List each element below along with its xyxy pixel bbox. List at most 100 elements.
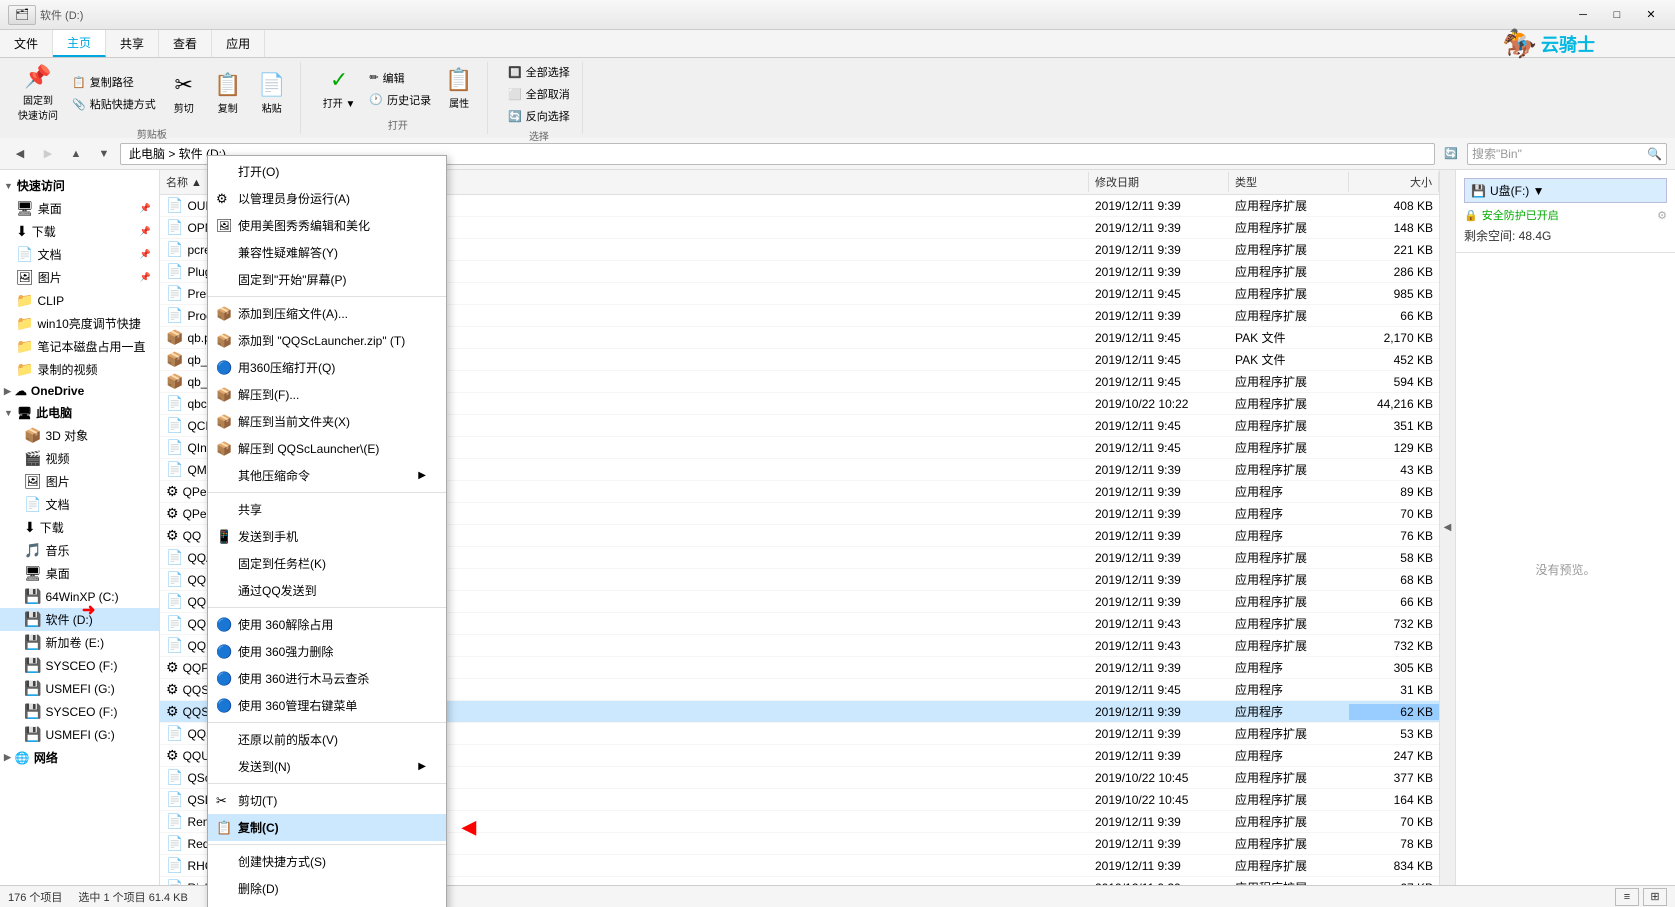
no-preview-text: 没有预览。 [1535,561,1595,578]
maximize-button[interactable]: □ [1601,5,1633,25]
paste-button[interactable]: 📄 粘贴 [252,70,292,117]
titlebar-menu-btn[interactable]: 🗂 [8,5,36,25]
ctx-360-manage[interactable]: 🔵使用 360管理右键菜单 [208,692,446,719]
ctx-pin-start[interactable]: 固定到"开始"屏幕(P) [208,266,446,293]
ctx-360-unlock[interactable]: 🔵使用 360解除占用 [208,611,446,638]
sidebar-item-g2-drive[interactable]: 💾 USMEFI (G:) [0,723,159,746]
tab-share[interactable]: 共享 [106,30,159,57]
ctx-delete[interactable]: 删除(D) [208,875,446,902]
sidebar-item-3d[interactable]: 📦 3D 对象 [0,424,159,447]
ctx-send-to[interactable]: 发送到(N)▶ [208,753,446,780]
sidebar-item-dl[interactable]: ⬇ 下载 [0,516,159,539]
ctx-share[interactable]: 共享 [208,496,446,523]
ctx-send-phone[interactable]: 📱发送到手机 [208,523,446,550]
f-drive-icon: 💾 [24,657,41,674]
properties-button[interactable]: 📋 属性 [439,65,479,112]
ctx-restore-version[interactable]: 还原以前的版本(V) [208,726,446,753]
ctx-360-force-delete[interactable]: 🔵使用 360强力删除 [208,638,446,665]
ctx-rename[interactable]: 重命名(M) [208,902,446,907]
file-icon: ⚙ [166,681,179,698]
ctx-sep2 [208,492,446,493]
col-size[interactable]: 大小 [1349,172,1439,192]
udisk-selector[interactable]: 💾 U盘(F:) ▼ [1464,178,1667,203]
ctx-sep5 [208,783,446,784]
sidebar-item-docs[interactable]: 📄 文档 [0,493,159,516]
ctx-other-compress[interactable]: 其他压缩命令▶ [208,462,446,489]
sidebar-item-clip[interactable]: 📁 CLIP [0,289,159,312]
invert-selection-button[interactable]: 🔄 反向选择 [504,106,574,126]
ctx-360-scan[interactable]: 🔵使用 360进行木马云查杀 [208,665,446,692]
open-button[interactable]: ✓ 打开 ▼ [317,65,362,112]
sidebar-item-desktop2[interactable]: 🖥 桌面 [0,562,159,585]
copy-button[interactable]: 📋 复制 [208,70,248,117]
col-type[interactable]: 类型 [1229,172,1349,192]
ctx-360-open[interactable]: 🔵用360压缩打开(Q) [208,354,446,381]
close-button[interactable]: ✕ [1635,5,1667,25]
file-date: 2019/12/11 9:45 [1089,286,1229,302]
sidebar-item-disk-usage[interactable]: 📁 笔记本磁盘占用一直 [0,335,159,358]
sidebar-item-video[interactable]: 🎬 视频 [0,447,159,470]
sidebar-section-this-pc[interactable]: ▼ 🖥 此电脑 [0,401,159,424]
sidebar-item-c-drive[interactable]: 💾 64WinXP (C:) [0,585,159,608]
sidebar-item-pictures[interactable]: 🖼 图片 📌 [0,266,159,289]
edit-button[interactable]: ✏ 编辑 [365,68,435,88]
file-size: 44,216 KB [1349,396,1439,412]
sidebar-item-desktop[interactable]: 🖥 桌面 📌 [0,197,159,220]
sidebar-item-g-drive[interactable]: 💾 USMEFI (G:) [0,677,159,700]
ctx-send-qq[interactable]: 通过QQ发送到 [208,577,446,604]
ctx-meitu[interactable]: 🖼使用美图秀秀编辑和美化 [208,212,446,239]
ctx-compat[interactable]: 兼容性疑难解答(Y) [208,239,446,266]
select-none-button[interactable]: ⬜ 全部取消 [504,84,574,104]
minimize-button[interactable]: ─ [1567,5,1599,25]
recent-button[interactable]: ▼ [92,142,116,166]
ctx-extract-to[interactable]: 📦解压到(F)... [208,381,446,408]
up-button[interactable]: ▲ [64,142,88,166]
ctx-pin-taskbar[interactable]: 固定到任务栏(K) [208,550,446,577]
search-box[interactable]: 搜索"Bin" 🔍 [1467,143,1667,165]
archive-icon: 📦 [216,306,232,322]
panel-collapse-button[interactable]: ◀ [1439,170,1455,885]
grid-view-button[interactable]: ⊞ [1643,888,1667,906]
paste-shortcut-button[interactable]: 📎 粘贴快捷方式 [68,94,160,114]
tab-home[interactable]: 主页 [53,30,106,57]
ctx-run-as-admin[interactable]: ⚙以管理员身份运行(A) [208,185,446,212]
ctx-extract-folder[interactable]: 📦解压到 QQScLauncher\(E) [208,435,446,462]
sidebar-section-quick-access[interactable]: ▼ 快速访问 [0,174,159,197]
sidebar-item-music[interactable]: 🎵 音乐 [0,539,159,562]
ctx-create-shortcut[interactable]: 创建快捷方式(S) [208,848,446,875]
view-controls: ≡ ⊞ [1615,888,1667,906]
sidebar-item-f2-drive[interactable]: 💾 SYSCEO (F:) [0,700,159,723]
col-date[interactable]: 修改日期 [1089,172,1229,192]
ctx-cut[interactable]: ✂剪切(T) [208,787,446,814]
ctx-extract-here[interactable]: 📦解压到当前文件夹(X) [208,408,446,435]
ctx-copy[interactable]: 📋复制(C) ◀ [208,814,446,841]
select-all-button[interactable]: 🔲 全部选择 [504,62,574,82]
sidebar-item-f-drive[interactable]: 💾 SYSCEO (F:) [0,654,159,677]
tab-file[interactable]: 文件 [0,30,53,57]
copy-path-button[interactable]: 📋 复制路径 [68,72,160,92]
sidebar-item-e-drive[interactable]: 💾 新加卷 (E:) [0,631,159,654]
ctx-open[interactable]: 打开(O) [208,158,446,185]
settings-icon[interactable]: ⚙ [1657,209,1667,222]
video-icon: 🎬 [24,450,41,467]
back-button[interactable]: ◀ [8,142,32,166]
tab-app[interactable]: 应用 [212,30,265,57]
sidebar-section-onedrive[interactable]: ▶ ☁ OneDrive [0,381,159,401]
sidebar-item-d-drive[interactable]: 💾 软件 (D:) [0,608,159,631]
sidebar-item-pics[interactable]: 🖼 图片 [0,470,159,493]
cut-button[interactable]: ✂ 剪切 [164,70,204,117]
sidebar-item-downloads[interactable]: ⬇ 下载 📌 [0,220,159,243]
sidebar-item-brightness[interactable]: 📁 win10亮度调节快捷 [0,312,159,335]
history-button[interactable]: 🕐 历史记录 [365,90,435,110]
ctx-add-zip[interactable]: 📦添加到 "QQScLauncher.zip" (T) [208,327,446,354]
list-view-button[interactable]: ≡ [1615,888,1639,906]
sidebar-item-documents[interactable]: 📄 文档 📌 [0,243,159,266]
refresh-button[interactable]: 🔄 [1439,142,1463,166]
sidebar-section-network[interactable]: ▶ 🌐 网络 [0,746,159,769]
forward-button[interactable]: ▶ [36,142,60,166]
ctx-add-archive[interactable]: 📦添加到压缩文件(A)... [208,300,446,327]
tab-view[interactable]: 查看 [159,30,212,57]
pin-to-quick-access-button[interactable]: 📌 固定到快速访问 [12,62,64,124]
sidebar-item-recorded-videos[interactable]: 📁 录制的视频 [0,358,159,381]
dl-label: 下载 [40,519,64,536]
